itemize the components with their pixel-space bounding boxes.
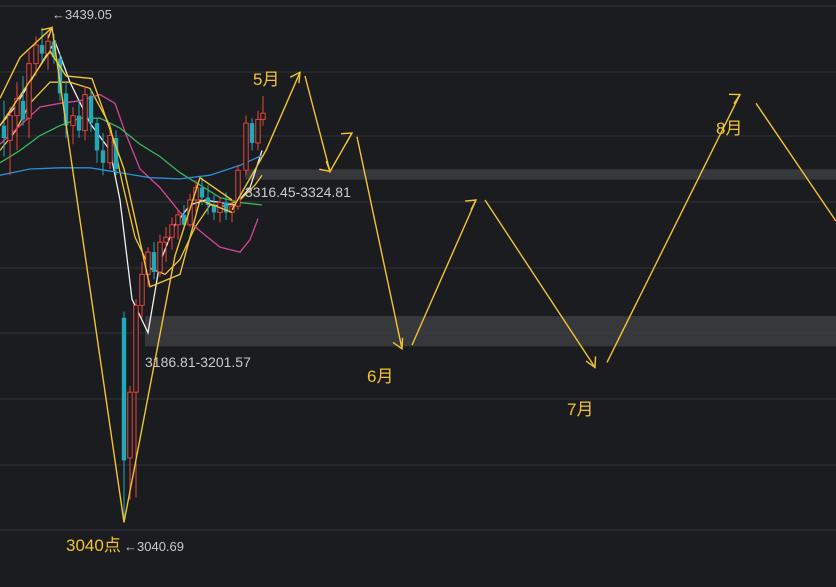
candle-body xyxy=(151,252,157,272)
low-price-big-label: 3040点 xyxy=(66,536,121,555)
price-zone-band xyxy=(145,316,836,347)
month-label: 8月 xyxy=(716,119,742,138)
candle-body xyxy=(127,391,133,459)
candle-body xyxy=(139,273,145,306)
candle xyxy=(243,115,249,176)
candle-body xyxy=(243,122,249,171)
candle-body xyxy=(157,241,163,273)
candle-body xyxy=(121,317,127,461)
candle-body xyxy=(1,125,7,138)
zone-label-upper: 3316.45-3324.81 xyxy=(245,184,351,200)
candle-body xyxy=(39,45,45,54)
month-label: 5月 xyxy=(253,70,279,89)
candle-body xyxy=(88,95,94,124)
candle-body xyxy=(94,123,100,151)
candle-body xyxy=(163,236,169,243)
plot-background xyxy=(0,0,836,587)
candle-body xyxy=(76,115,82,131)
candle-body xyxy=(249,123,255,143)
candle-body xyxy=(199,187,205,198)
price-zone-band xyxy=(245,169,836,180)
candle-body xyxy=(260,112,266,120)
candle-body xyxy=(82,94,88,132)
month-label: 6月 xyxy=(367,367,393,386)
chart-canvas: ←3439.05 ←3040.693040点 3316.45-3324.81 3186… xyxy=(0,0,836,587)
candle-body xyxy=(100,150,106,163)
candle-body xyxy=(20,100,26,120)
candle-body xyxy=(7,115,13,141)
high-price-label: ←3439.05 xyxy=(52,7,112,22)
candle-body xyxy=(133,304,139,393)
candle-body xyxy=(70,115,76,127)
candle-body xyxy=(175,214,181,226)
candle-body xyxy=(107,135,113,164)
candle-body xyxy=(169,224,175,238)
candle-body xyxy=(26,63,32,119)
zone-label-lower: 3186.81-3201.57 xyxy=(145,354,251,370)
candle-body xyxy=(33,44,39,65)
candle-body xyxy=(255,118,261,144)
low-price-label: ←3040.69 xyxy=(124,539,184,554)
month-label: 7月 xyxy=(567,400,593,419)
